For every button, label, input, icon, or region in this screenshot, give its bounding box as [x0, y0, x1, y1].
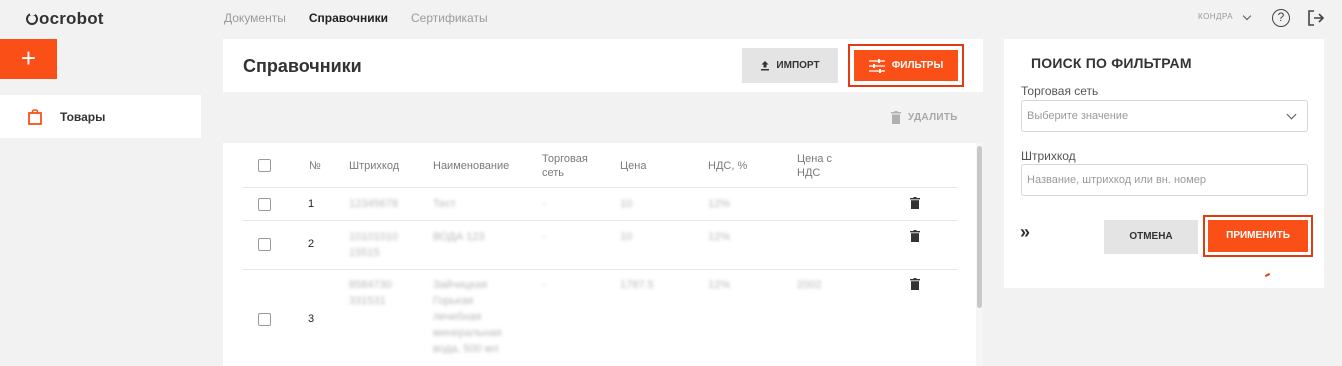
annotation-mark: [1264, 272, 1271, 278]
network-field-label: Торговая сеть: [1021, 84, 1099, 98]
nav-documents[interactable]: Документы: [224, 11, 286, 25]
cell-network: -: [542, 279, 546, 291]
delete-label: УДАЛИТЬ: [908, 112, 958, 123]
row-number: 1: [308, 198, 315, 210]
page-header: Справочники ИМПОРТ ФИЛЬТРЫ: [223, 39, 983, 92]
chevron-down-icon: [1286, 109, 1297, 120]
chevron-down-icon[interactable]: [1242, 11, 1252, 21]
cell-barcode: 8584730 331531: [349, 279, 392, 307]
sidebar-item-products[interactable]: Товары: [0, 95, 201, 138]
filters-label: ФИЛЬТРЫ: [891, 60, 944, 71]
sidebar-item-label: Товары: [60, 109, 106, 124]
barcode-input[interactable]: Название, штрихкод или вн. номер: [1021, 164, 1308, 196]
logo-text: ocrobot: [39, 9, 104, 28]
trash-icon: [891, 111, 901, 124]
row-divider: [243, 187, 957, 188]
row-checkbox[interactable]: [258, 238, 271, 251]
add-button[interactable]: +: [0, 39, 57, 79]
cell-vat: 12%: [708, 279, 731, 291]
network-select-placeholder: Выберите значение: [1027, 110, 1129, 122]
row-checkbox[interactable]: [258, 198, 271, 211]
bag-icon: [28, 108, 42, 125]
cell-name: Зайчицкая Горькая лечебная минеральная в…: [433, 279, 502, 355]
cell-price: 10: [620, 198, 633, 210]
row-delete-icon[interactable]: [910, 230, 920, 242]
logo-mark-icon: [26, 12, 38, 25]
row-divider: [243, 269, 957, 270]
filters-highlight: ФИЛЬТРЫ: [848, 44, 964, 87]
cell-vat: 12%: [708, 231, 731, 243]
column-header-name[interactable]: Наименование: [433, 159, 509, 173]
row-checkbox[interactable]: [258, 313, 271, 326]
data-table: № Штрихкод Наименование Торговая сеть Це…: [223, 143, 983, 366]
column-header-price[interactable]: Цена: [620, 159, 646, 173]
sliders-icon: [868, 58, 885, 73]
filters-button[interactable]: ФИЛЬТРЫ: [854, 50, 958, 81]
cancel-button[interactable]: ОТМЕНА: [1104, 220, 1198, 254]
page-title: Справочники: [243, 56, 362, 76]
import-button[interactable]: ИМПОРТ: [742, 48, 838, 83]
column-header-barcode[interactable]: Штрихкод: [349, 159, 399, 173]
table-scrollbar-thumb[interactable]: [977, 146, 982, 308]
user-menu[interactable]: КОНДРА: [1198, 12, 1233, 21]
help-icon[interactable]: ?: [1272, 9, 1290, 27]
network-select[interactable]: Выберите значение: [1021, 100, 1308, 132]
upload-icon: [761, 61, 770, 71]
cell-network: -: [542, 231, 546, 243]
cell-barcode: 10101010 15515: [349, 231, 398, 259]
row-number: 3: [308, 313, 315, 325]
column-header-network[interactable]: Торговая сеть: [542, 152, 602, 180]
column-header-vat[interactable]: НДС, %: [708, 159, 747, 173]
select-all-checkbox[interactable]: [258, 159, 271, 172]
column-header-price-vat[interactable]: Цена с НДС: [797, 152, 843, 180]
apply-button[interactable]: ПРИМЕНИТЬ: [1208, 220, 1308, 252]
row-number: 2: [308, 238, 315, 250]
cell-name: ВОДА 123: [433, 231, 485, 243]
cell-price-vat: 2002: [797, 279, 822, 291]
cell-price: 1787.5: [620, 279, 654, 291]
barcode-input-placeholder: Название, штрихкод или вн. номер: [1027, 174, 1206, 186]
filter-panel-title: ПОИСК ПО ФИЛЬТРАМ: [1031, 55, 1192, 71]
top-navigation: Документы Справочники Сертификаты: [224, 11, 488, 25]
collapse-panel-icon[interactable]: »: [1020, 222, 1030, 243]
column-header-number: №: [309, 160, 321, 172]
import-label: ИМПОРТ: [776, 60, 820, 71]
app-logo[interactable]: ocrobot: [26, 9, 104, 29]
row-divider: [243, 220, 957, 221]
apply-highlight: ПРИМЕНИТЬ: [1203, 215, 1313, 257]
cell-name: Тест: [433, 198, 456, 210]
row-delete-icon[interactable]: [910, 278, 920, 290]
logout-icon[interactable]: [1306, 8, 1326, 28]
row-delete-icon[interactable]: [910, 197, 920, 209]
filter-panel: ПОИСК ПО ФИЛЬТРАМ Торговая сеть Выберите…: [1004, 39, 1324, 288]
cell-network: -: [542, 198, 546, 210]
nav-certificates[interactable]: Сертификаты: [411, 11, 488, 25]
nav-references[interactable]: Справочники: [309, 11, 388, 25]
cell-price: 10: [620, 231, 633, 243]
delete-button[interactable]: УДАЛИТЬ: [891, 111, 958, 124]
barcode-field-label: Штрихкод: [1021, 149, 1076, 163]
cell-barcode: 12345678: [349, 198, 398, 210]
cell-vat: 12%: [708, 198, 731, 210]
